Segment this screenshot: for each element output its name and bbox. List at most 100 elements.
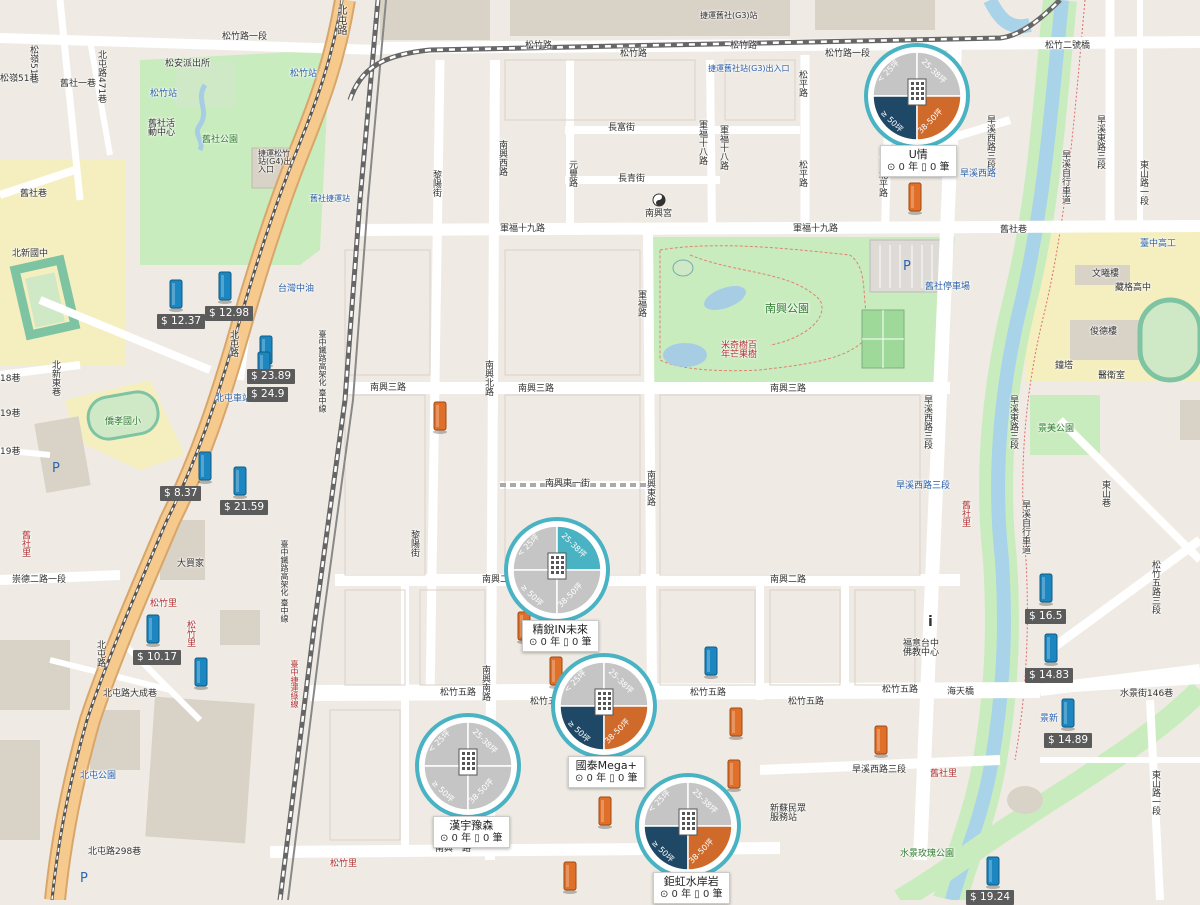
building-marker-orange-icon[interactable] xyxy=(907,181,922,215)
price-tag[interactable]: $ 8.37 xyxy=(160,486,202,501)
building-marker-blue-icon[interactable] xyxy=(1038,572,1053,606)
street-label: 松竹路 xyxy=(620,49,648,59)
street-label: 松平路 xyxy=(797,70,807,97)
building-marker-blue-icon[interactable] xyxy=(168,278,183,312)
place-label: 景新 xyxy=(1040,714,1059,724)
street-label: 旱溪西路三段 xyxy=(922,395,932,449)
street-label: 松竹路一段 xyxy=(222,32,268,42)
price-tag[interactable]: $ 14.83 xyxy=(1025,668,1074,683)
street-label: 軍福十九路 xyxy=(793,224,839,234)
cluster-pie[interactable]: < 25坪 25-38坪≥ 50坪 38-50坪 xyxy=(502,515,612,625)
project-name: U情 xyxy=(908,148,928,161)
cluster-info-box[interactable]: 漢宇豫森 ⊙ 0 年 ▯ 0 筆 xyxy=(433,816,510,848)
street-label: 松竹五路 xyxy=(440,688,477,698)
street-label: 臺中鐵路高架化 臺中線 xyxy=(280,540,289,623)
place-label: 舊社公園 xyxy=(202,135,239,145)
price-tag[interactable]: $ 10.17 xyxy=(133,650,182,665)
street-label: 北屯路大成巷 xyxy=(103,689,158,699)
place-label: 俊德樓 xyxy=(1090,327,1118,337)
building-marker-blue-icon[interactable] xyxy=(217,270,232,304)
building-marker-orange-icon[interactable] xyxy=(597,795,612,829)
street-label: 舊社巷 xyxy=(1000,225,1028,235)
svg-text:P: P xyxy=(903,259,911,274)
street-label: 舊社一巷 xyxy=(60,79,97,89)
street-label: 南興西路 xyxy=(497,140,507,176)
street-label: 松竹里 xyxy=(330,859,358,869)
place-label: 大買家 xyxy=(177,559,205,569)
project-stat: ⊙ 0 年 ▯ 0 筆 xyxy=(440,833,503,844)
place-label: 北新國中 xyxy=(12,249,49,259)
street-label: 軍福十九路 xyxy=(500,224,546,234)
street-label: 北屯路 xyxy=(95,640,105,667)
street-label: 北屯路471巷 xyxy=(96,50,106,104)
building-marker-orange-icon[interactable] xyxy=(873,724,888,758)
place-label: 藏格高中 xyxy=(1115,283,1152,293)
cluster-info-box[interactable]: U情 ⊙ 0 年 ▯ 0 筆 xyxy=(880,145,957,177)
project-stat: ⊙ 0 年 ▯ 0 筆 xyxy=(529,637,592,648)
place-label: 松竹站 xyxy=(290,69,318,79)
project-name: 漢宇豫森 xyxy=(449,819,494,832)
price-tag[interactable]: $ 21.59 xyxy=(220,500,269,515)
cluster-pie[interactable]: < 25坪 25-38坪≥ 50坪 38-50坪 xyxy=(633,771,743,881)
street-label: 北屯路298巷 xyxy=(88,847,142,857)
project-name: 國泰Mega+ xyxy=(575,759,637,772)
project-name: 精銳IN未來 xyxy=(532,623,588,636)
map-canvas[interactable]: P P P 松竹路一段 松竹路 松竹路 松竹路 松竹路一段 松竹二號橋 長富街 … xyxy=(0,0,1200,905)
building-marker-blue-icon[interactable] xyxy=(197,450,212,484)
building-marker-blue-icon[interactable] xyxy=(145,613,160,647)
price-tag[interactable]: $ 12.37 xyxy=(157,314,206,329)
place-label: 景美公園 xyxy=(1038,424,1075,434)
street-label: 松嶺51巷 xyxy=(0,74,39,84)
street-label: 旱溪西路三段 xyxy=(985,115,995,169)
street-label: 19巷 xyxy=(0,447,21,457)
cluster-pie[interactable]: < 25坪 25-38坪≥ 50坪 38-50坪 xyxy=(549,651,659,761)
building-marker-blue-icon[interactable] xyxy=(703,645,718,679)
building-marker-orange-icon[interactable] xyxy=(432,400,447,434)
place-label: 福意台中佛教中心 xyxy=(903,639,940,658)
place-label: 北屯公園 xyxy=(80,771,117,781)
cluster-pie[interactable]: < 25坪 25-38坪≥ 50坪 38-50坪 xyxy=(862,41,972,151)
street-label: 松竹五路 xyxy=(882,685,919,695)
street-label: 臺中鐵路高架化 臺中線 xyxy=(318,330,327,413)
street-label: 海天橋 xyxy=(947,687,975,697)
street-label: 黎陽街 xyxy=(431,170,441,197)
cluster-pie[interactable]: < 25坪 25-38坪≥ 50坪 38-50坪 xyxy=(413,711,523,821)
price-tag[interactable]: $ 12.98 xyxy=(205,306,254,321)
street-label: 北屯路 xyxy=(228,330,238,357)
price-tag[interactable]: $ 19.24 xyxy=(966,890,1015,905)
building-marker-blue-icon[interactable] xyxy=(985,855,1000,889)
building-marker-orange-icon[interactable] xyxy=(728,706,743,740)
project-name: 鉅虹水岸岩 xyxy=(663,875,719,888)
street-label: 南興三路 xyxy=(518,384,555,394)
building-marker-blue-icon[interactable] xyxy=(232,465,247,499)
cluster-info-box[interactable]: 鉅虹水岸岩 ⊙ 0 年 ▯ 0 筆 xyxy=(653,872,730,904)
street-label: 旱溪東路三段 xyxy=(1095,115,1105,169)
street-label: 南興二路 xyxy=(770,575,807,585)
info-icon[interactable]: i xyxy=(928,615,933,629)
street-label: 北新東巷 xyxy=(50,360,60,396)
building-marker-orange-icon[interactable] xyxy=(562,860,577,894)
place-label: 水景玫瑰公園 xyxy=(900,849,955,859)
street-label: 水景街146巷 xyxy=(1120,689,1174,699)
price-tag[interactable]: $ 23.89 xyxy=(247,369,296,384)
building-marker-blue-icon[interactable] xyxy=(1043,632,1058,666)
street-label: 舊社巷 xyxy=(20,189,48,199)
cluster-info-box[interactable]: 精銳IN未來 ⊙ 0 年 ▯ 0 筆 xyxy=(522,620,599,652)
place-label: 文曦樓 xyxy=(1092,269,1120,279)
building-marker-blue-icon[interactable] xyxy=(193,656,208,690)
price-tag[interactable]: $ 14.89 xyxy=(1044,733,1093,748)
street-label: 臺中捷運綠線 xyxy=(290,660,299,708)
building-marker-blue-icon[interactable] xyxy=(1060,697,1075,731)
street-label: 舊社里 xyxy=(20,530,30,557)
price-tag[interactable]: $ 16.5 xyxy=(1025,609,1067,624)
place-label: 舊社停車場 xyxy=(925,282,971,292)
svg-text:P: P xyxy=(80,871,88,886)
street-label: 松竹五路三段 xyxy=(1150,560,1160,614)
street-label: 軍福十八路 xyxy=(697,120,707,165)
price-tag[interactable]: $ 24.9 xyxy=(247,387,289,402)
place-label: 鐘塔 xyxy=(1055,361,1074,371)
street-label: 長富街 xyxy=(608,123,636,133)
svg-text:P: P xyxy=(52,461,60,476)
place-label: 舊社活動中心 xyxy=(148,119,176,138)
street-label: 旱溪西路三段 xyxy=(852,765,907,775)
